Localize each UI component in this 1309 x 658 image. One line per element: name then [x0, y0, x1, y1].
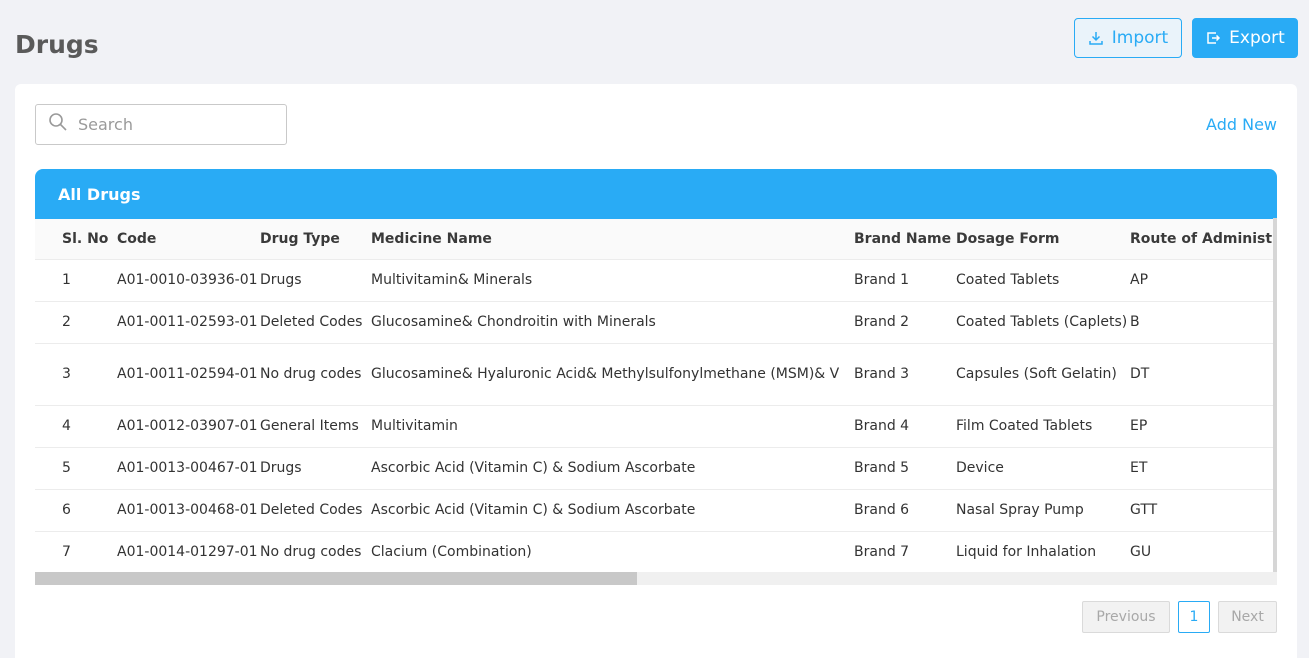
- column-header[interactable]: Medicine Name: [371, 219, 854, 259]
- export-button[interactable]: Export: [1192, 18, 1298, 58]
- table-cell: Capsules (Soft Gelatin): [956, 366, 1117, 382]
- download-icon: [1088, 30, 1104, 46]
- drugs-card: Add New All Drugs Sl. No Code Drug Type …: [15, 84, 1297, 658]
- table-cell: Device: [956, 460, 1004, 476]
- table-cell: Glucosamine& Chondroitin with Minerals: [371, 314, 656, 330]
- table-cell: Brand 7: [854, 544, 910, 561]
- table-cell: 1: [62, 272, 71, 288]
- table-cell: GU: [1130, 544, 1152, 561]
- table-cell: Multivitamin: [371, 418, 458, 434]
- import-button[interactable]: Import: [1074, 18, 1182, 58]
- table-cell: DT: [1130, 366, 1150, 382]
- table-cell: A01-0014-01297-01: [117, 544, 258, 561]
- table-cell: Deleted Codes: [260, 314, 363, 330]
- column-header[interactable]: Route of Administration: [1130, 219, 1277, 259]
- table-cell: Liquid for Inhalation: [956, 544, 1097, 561]
- table-cell: Ascorbic Acid (Vitamin C) & Sodium Ascor…: [371, 502, 696, 518]
- table-edge-shadow: [1273, 218, 1277, 572]
- table-cell: Multivitamin& Minerals: [371, 272, 533, 288]
- table-cell: A01-0012-03907-01: [117, 418, 258, 434]
- table-cell: Drugs: [260, 460, 302, 476]
- table-cell: Brand 6: [854, 502, 910, 518]
- table-row[interactable]: 4 A01-0012-03907-01 General Items Multiv…: [35, 405, 1277, 447]
- add-new-link[interactable]: Add New: [1206, 115, 1277, 134]
- search-box[interactable]: [35, 104, 287, 145]
- table-cell: A01-0011-02594-01: [117, 366, 258, 382]
- search-input[interactable]: [78, 115, 268, 134]
- table-cell: ET: [1130, 460, 1148, 476]
- table-cell: 6: [62, 502, 71, 518]
- table-row[interactable]: 1 A01-0010-03936-01 Drugs Multivitamin& …: [35, 259, 1277, 301]
- previous-page-button[interactable]: Previous: [1082, 601, 1170, 633]
- column-header[interactable]: Code: [117, 219, 260, 259]
- horizontal-scrollbar[interactable]: [35, 572, 1277, 585]
- export-icon: [1205, 30, 1221, 46]
- table-row[interactable]: 7 A01-0014-01297-01 No drug codes Claciu…: [35, 531, 1277, 573]
- table-cell: Brand 3: [854, 366, 910, 382]
- table-cell: 2: [62, 314, 71, 330]
- table-cell: Drugs: [260, 272, 302, 288]
- table-row[interactable]: 6 A01-0013-00468-01 Deleted Codes Ascorb…: [35, 489, 1277, 531]
- table-cell: A01-0013-00467-01: [117, 460, 258, 476]
- column-header[interactable]: Dosage Form: [956, 219, 1130, 259]
- table-cell: 5: [62, 460, 71, 476]
- table-cell: Coated Tablets: [956, 272, 1060, 288]
- table-cell: Coated Tablets (Caplets): [956, 314, 1128, 330]
- drugs-table: Sl. No Code Drug Type Medicine Name Bran…: [35, 219, 1277, 573]
- column-header[interactable]: Sl. No: [35, 219, 117, 259]
- page-number-button[interactable]: 1: [1178, 601, 1210, 633]
- column-header[interactable]: Drug Type: [260, 219, 371, 259]
- drugs-table-container: All Drugs Sl. No Code Drug Type Medicine…: [35, 169, 1277, 585]
- table-row[interactable]: 2 A01-0011-02593-01 Deleted Codes Glucos…: [35, 301, 1277, 343]
- table-row[interactable]: 3 A01-0011-02594-01 No drug codes Glucos…: [35, 343, 1277, 405]
- table-cell: Brand 2: [854, 314, 910, 330]
- table-cell: AP: [1130, 272, 1149, 288]
- table-cell: A01-0013-00468-01: [117, 502, 258, 518]
- table-cell: No drug codes: [260, 544, 362, 561]
- table-cell: Film Coated Tablets: [956, 418, 1093, 434]
- table-title: All Drugs: [35, 169, 1277, 219]
- table-cell: Brand 1: [854, 272, 910, 288]
- table-cell: No drug codes: [260, 366, 362, 382]
- table-cell: EP: [1130, 418, 1148, 434]
- table-row[interactable]: 5 A01-0013-00467-01 Drugs Ascorbic Acid …: [35, 447, 1277, 489]
- table-cell: Brand 5: [854, 460, 910, 476]
- table-cell: 4: [62, 418, 71, 434]
- table-cell: Ascorbic Acid (Vitamin C) & Sodium Ascor…: [371, 460, 696, 476]
- import-label: Import: [1111, 28, 1169, 48]
- table-cell: A01-0011-02593-01: [117, 314, 258, 330]
- export-label: Export: [1229, 28, 1285, 48]
- table-cell: Glucosamine& Hyaluronic Acid& Methylsulf…: [371, 366, 840, 382]
- column-header[interactable]: Brand Name: [854, 219, 956, 259]
- table-cell: GTT: [1130, 502, 1158, 518]
- table-cell: Deleted Codes: [260, 502, 363, 518]
- table-cell: A01-0010-03936-01: [117, 272, 258, 288]
- search-icon: [48, 112, 68, 137]
- table-cell: Brand 4: [854, 418, 910, 434]
- table-cell: B: [1130, 314, 1140, 330]
- next-page-button[interactable]: Next: [1218, 601, 1277, 633]
- table-cell: Nasal Spray Pump: [956, 502, 1084, 518]
- page-title: Drugs: [15, 30, 99, 59]
- table-cell: 3: [62, 366, 71, 382]
- table-cell: Clacium (Combination): [371, 544, 532, 561]
- table-header-row: Sl. No Code Drug Type Medicine Name Bran…: [35, 219, 1277, 259]
- table-cell: General Items: [260, 418, 359, 434]
- scrollbar-thumb[interactable]: [35, 572, 637, 585]
- table-cell: 7: [62, 544, 71, 561]
